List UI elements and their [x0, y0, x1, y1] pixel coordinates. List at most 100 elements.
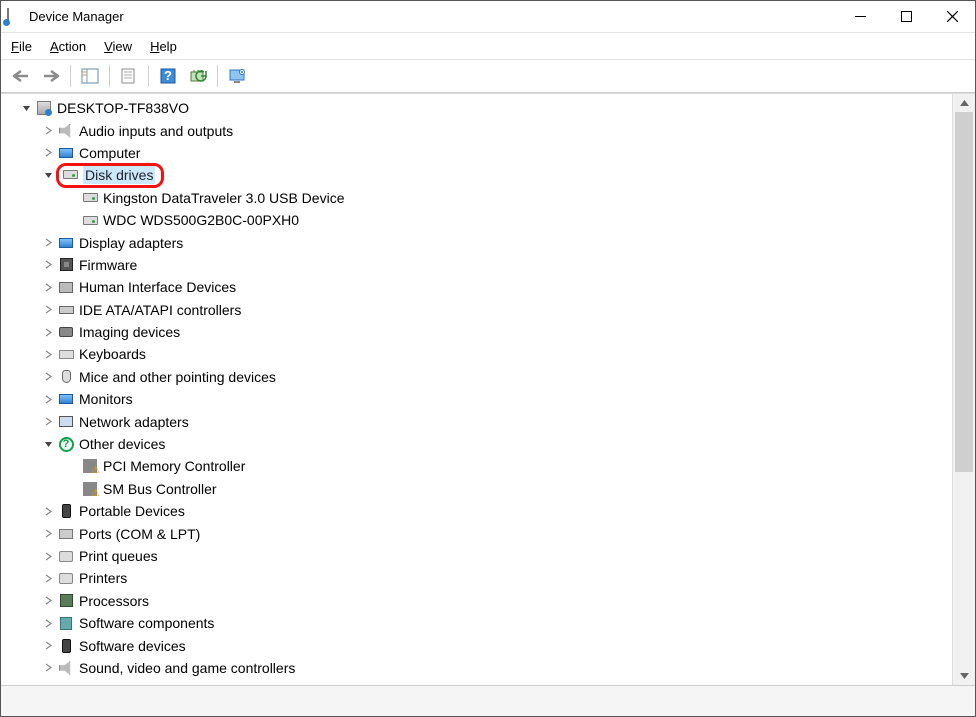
- chevron-right-icon[interactable]: [41, 392, 55, 406]
- device-tree[interactable]: DESKTOP-TF838VO Audio inputs and outputs…: [1, 94, 952, 685]
- chevron-right-icon[interactable]: [41, 236, 55, 250]
- help-button[interactable]: ?: [154, 63, 182, 89]
- tree-node-ports[interactable]: Ports (COM & LPT): [7, 522, 952, 544]
- tree-node-mice[interactable]: Mice and other pointing devices: [7, 366, 952, 388]
- tree-label: Print queues: [79, 548, 158, 564]
- vertical-scrollbar[interactable]: [952, 94, 975, 685]
- tree-node-printers[interactable]: Printers: [7, 567, 952, 589]
- back-button[interactable]: [7, 63, 35, 89]
- tree-node-disk-child[interactable]: WDC WDS500G2B0C-00PXH0: [7, 209, 952, 231]
- chevron-right-icon[interactable]: [41, 415, 55, 429]
- tree-node-other[interactable]: ? Other devices: [7, 433, 952, 455]
- computer-icon: [35, 99, 53, 117]
- content-area: DESKTOP-TF838VO Audio inputs and outputs…: [1, 93, 975, 685]
- menu-action[interactable]: Action: [50, 39, 86, 54]
- drive-icon: [81, 211, 99, 229]
- phone-icon: [57, 502, 75, 520]
- tree-label: Disk drives: [83, 166, 155, 184]
- chevron-right-icon[interactable]: [41, 146, 55, 160]
- tree-node-firmware[interactable]: Firmware: [7, 254, 952, 276]
- scroll-up-icon[interactable]: [953, 94, 975, 112]
- chevron-right-icon[interactable]: [41, 347, 55, 361]
- tree-node-disk-drives[interactable]: Disk drives: [7, 164, 952, 186]
- tree-label: PCI Memory Controller: [103, 458, 245, 474]
- tree-node-hid[interactable]: Human Interface Devices: [7, 276, 952, 298]
- chevron-right-icon[interactable]: [41, 549, 55, 563]
- tree-label: Software devices: [79, 638, 186, 654]
- toolbar: ?: [1, 60, 975, 93]
- monitor-button[interactable]: [223, 63, 251, 89]
- drive-icon: [61, 166, 79, 184]
- scroll-thumb[interactable]: [955, 112, 973, 472]
- menu-file[interactable]: File: [11, 39, 32, 54]
- tree-node-portable[interactable]: Portable Devices: [7, 500, 952, 522]
- show-hide-tree-button[interactable]: [76, 63, 104, 89]
- chevron-right-icon[interactable]: [41, 616, 55, 630]
- keyboard-icon: [57, 345, 75, 363]
- chevron-right-icon[interactable]: [41, 258, 55, 272]
- chevron-right-icon[interactable]: [41, 325, 55, 339]
- tree-node-keyboards[interactable]: Keyboards: [7, 343, 952, 365]
- chevron-right-icon[interactable]: [41, 527, 55, 541]
- drive-icon: [81, 189, 99, 207]
- tree-node-sound[interactable]: Sound, video and game controllers: [7, 657, 952, 679]
- tree-node-imaging[interactable]: Imaging devices: [7, 321, 952, 343]
- tree-node-monitors[interactable]: Monitors: [7, 388, 952, 410]
- tree-node-processors[interactable]: Processors: [7, 590, 952, 612]
- chevron-right-icon[interactable]: [41, 571, 55, 585]
- toolbar-separator: [217, 65, 218, 87]
- minimize-button[interactable]: [837, 1, 883, 32]
- tree-node-sw-devices[interactable]: Software devices: [7, 634, 952, 656]
- chevron-right-icon[interactable]: [41, 504, 55, 518]
- close-button[interactable]: [929, 1, 975, 32]
- tree-label: Display adapters: [79, 235, 183, 251]
- chevron-right-icon[interactable]: [41, 124, 55, 138]
- toolbar-separator: [109, 65, 110, 87]
- port-icon: [57, 525, 75, 543]
- app-icon: [7, 9, 23, 25]
- printer-icon: [57, 569, 75, 587]
- highlighted-selection: Disk drives: [56, 163, 164, 188]
- properties-button[interactable]: [115, 63, 143, 89]
- question-icon: ?: [57, 435, 75, 453]
- tree-node-computer[interactable]: Computer: [7, 142, 952, 164]
- chevron-right-icon[interactable]: [41, 594, 55, 608]
- chevron-down-icon[interactable]: [41, 168, 55, 182]
- warning-device-icon: [81, 480, 99, 498]
- chevron-down-icon[interactable]: [41, 437, 55, 451]
- menu-help[interactable]: Help: [150, 39, 177, 54]
- software-icon: [57, 637, 75, 655]
- tree-node-ide[interactable]: IDE ATA/ATAPI controllers: [7, 299, 952, 321]
- tree-label: Firmware: [79, 257, 137, 273]
- window-title: Device Manager: [29, 9, 837, 24]
- tree-node-audio[interactable]: Audio inputs and outputs: [7, 119, 952, 141]
- chevron-down-icon[interactable]: [19, 101, 33, 115]
- speaker-icon: [57, 659, 75, 677]
- tree-node-network[interactable]: Network adapters: [7, 410, 952, 432]
- chevron-right-icon[interactable]: [41, 303, 55, 317]
- tree-node-other-child[interactable]: SM Bus Controller: [7, 478, 952, 500]
- chevron-right-icon[interactable]: [41, 639, 55, 653]
- chip-icon: [57, 256, 75, 274]
- tree-node-display[interactable]: Display adapters: [7, 231, 952, 253]
- scan-hardware-button[interactable]: [184, 63, 212, 89]
- tree-node-disk-child[interactable]: Kingston DataTraveler 3.0 USB Device: [7, 187, 952, 209]
- tree-node-sw-components[interactable]: Software components: [7, 612, 952, 634]
- forward-button[interactable]: [37, 63, 65, 89]
- tree-label: Human Interface Devices: [79, 279, 236, 295]
- chevron-right-icon[interactable]: [41, 661, 55, 675]
- status-bar: [1, 685, 975, 716]
- tree-label: Portable Devices: [79, 503, 185, 519]
- tree-root[interactable]: DESKTOP-TF838VO: [7, 97, 952, 119]
- tree-node-print-queues[interactable]: Print queues: [7, 545, 952, 567]
- tree-node-other-child[interactable]: PCI Memory Controller: [7, 455, 952, 477]
- menu-view[interactable]: View: [104, 39, 132, 54]
- scroll-track[interactable]: [953, 112, 975, 667]
- tree-label: Audio inputs and outputs: [79, 123, 233, 139]
- scroll-down-icon[interactable]: [953, 667, 975, 685]
- chevron-right-icon[interactable]: [41, 370, 55, 384]
- tree-label: Keyboards: [79, 346, 146, 362]
- maximize-button[interactable]: [883, 1, 929, 32]
- camera-icon: [57, 323, 75, 341]
- chevron-right-icon[interactable]: [41, 280, 55, 294]
